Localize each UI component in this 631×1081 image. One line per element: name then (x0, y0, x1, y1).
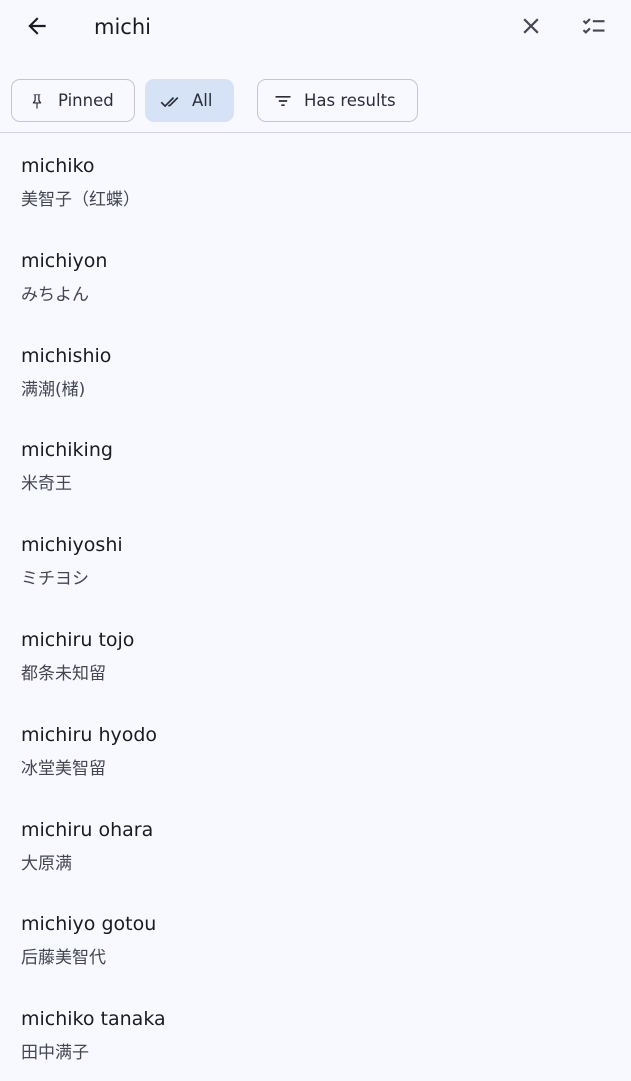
item-subtitle: 后藤美智代 (21, 948, 106, 969)
item-subtitle: 米奇王 (21, 474, 72, 495)
item-title: michishio (21, 344, 112, 367)
list-item[interactable]: michiyoshi ミチヨシ (0, 512, 631, 607)
back-button[interactable] (15, 4, 59, 48)
pin-icon (26, 90, 48, 112)
item-subtitle: 冰堂美智留 (21, 758, 106, 779)
list-item[interactable]: michiyon みちよん (0, 228, 631, 323)
item-title: michiko (21, 155, 95, 177)
item-title: michiking (21, 439, 113, 462)
search-input[interactable] (94, 10, 474, 44)
list-item[interactable]: michiru tojo 都条未知留 (0, 607, 631, 702)
item-subtitle: 大原满 (21, 853, 72, 874)
item-title: michiyon (21, 249, 108, 272)
close-icon (523, 18, 539, 34)
item-subtitle: みちよん (21, 284, 89, 305)
list-item[interactable]: michiru hyodo 冰堂美智留 (0, 702, 631, 797)
double-check-icon (160, 90, 182, 112)
item-title: michiru hyodo (21, 723, 158, 746)
list-item[interactable]: michiking 米奇王 (0, 417, 631, 512)
filter-chip-has-results[interactable]: Has results (257, 79, 418, 122)
filter-chip-all[interactable]: All (145, 79, 234, 122)
filter-chip-label: All (192, 91, 213, 110)
filter-chip-label: Pinned (58, 91, 114, 110)
list-item[interactable]: michiru ohara 大原满 (0, 797, 631, 892)
list-item[interactable]: michishio 满潮(槠) (0, 323, 631, 418)
filter-icon (272, 90, 294, 112)
clear-search-button[interactable] (509, 4, 553, 48)
list-item[interactable]: michiyo gotou 后藤美智代 (0, 891, 631, 986)
filter-chip-pinned[interactable]: Pinned (11, 79, 135, 122)
search-app-bar (0, 0, 631, 56)
item-subtitle: 田中满子 (21, 1043, 89, 1064)
item-title: michiru tojo (21, 628, 135, 651)
select-mode-button[interactable] (572, 4, 616, 48)
filter-chip-label: Has results (304, 91, 396, 110)
checklist-icon (582, 18, 605, 34)
list-item[interactable]: michiko tanaka 田中满子 (0, 986, 631, 1081)
item-title: michiyoshi (21, 534, 123, 557)
arrow-left-icon (28, 17, 46, 35)
filter-chips: Pinned All Has results (0, 79, 631, 122)
results-list: michiko 美智子（红蝶） michiyon みちよん michishio … (0, 133, 631, 1081)
item-subtitle: 美智子（红蝶） (21, 190, 140, 210)
item-subtitle: 满潮(槠) (21, 379, 86, 400)
item-title: michiyo gotou (21, 913, 157, 936)
list-item[interactable]: michiko 美智子（红蝶） (0, 133, 631, 228)
item-subtitle: 都条未知留 (21, 663, 106, 684)
item-title: michiko tanaka (21, 1008, 166, 1031)
item-title: michiru ohara (21, 818, 154, 841)
item-subtitle: ミチヨシ (21, 569, 89, 590)
